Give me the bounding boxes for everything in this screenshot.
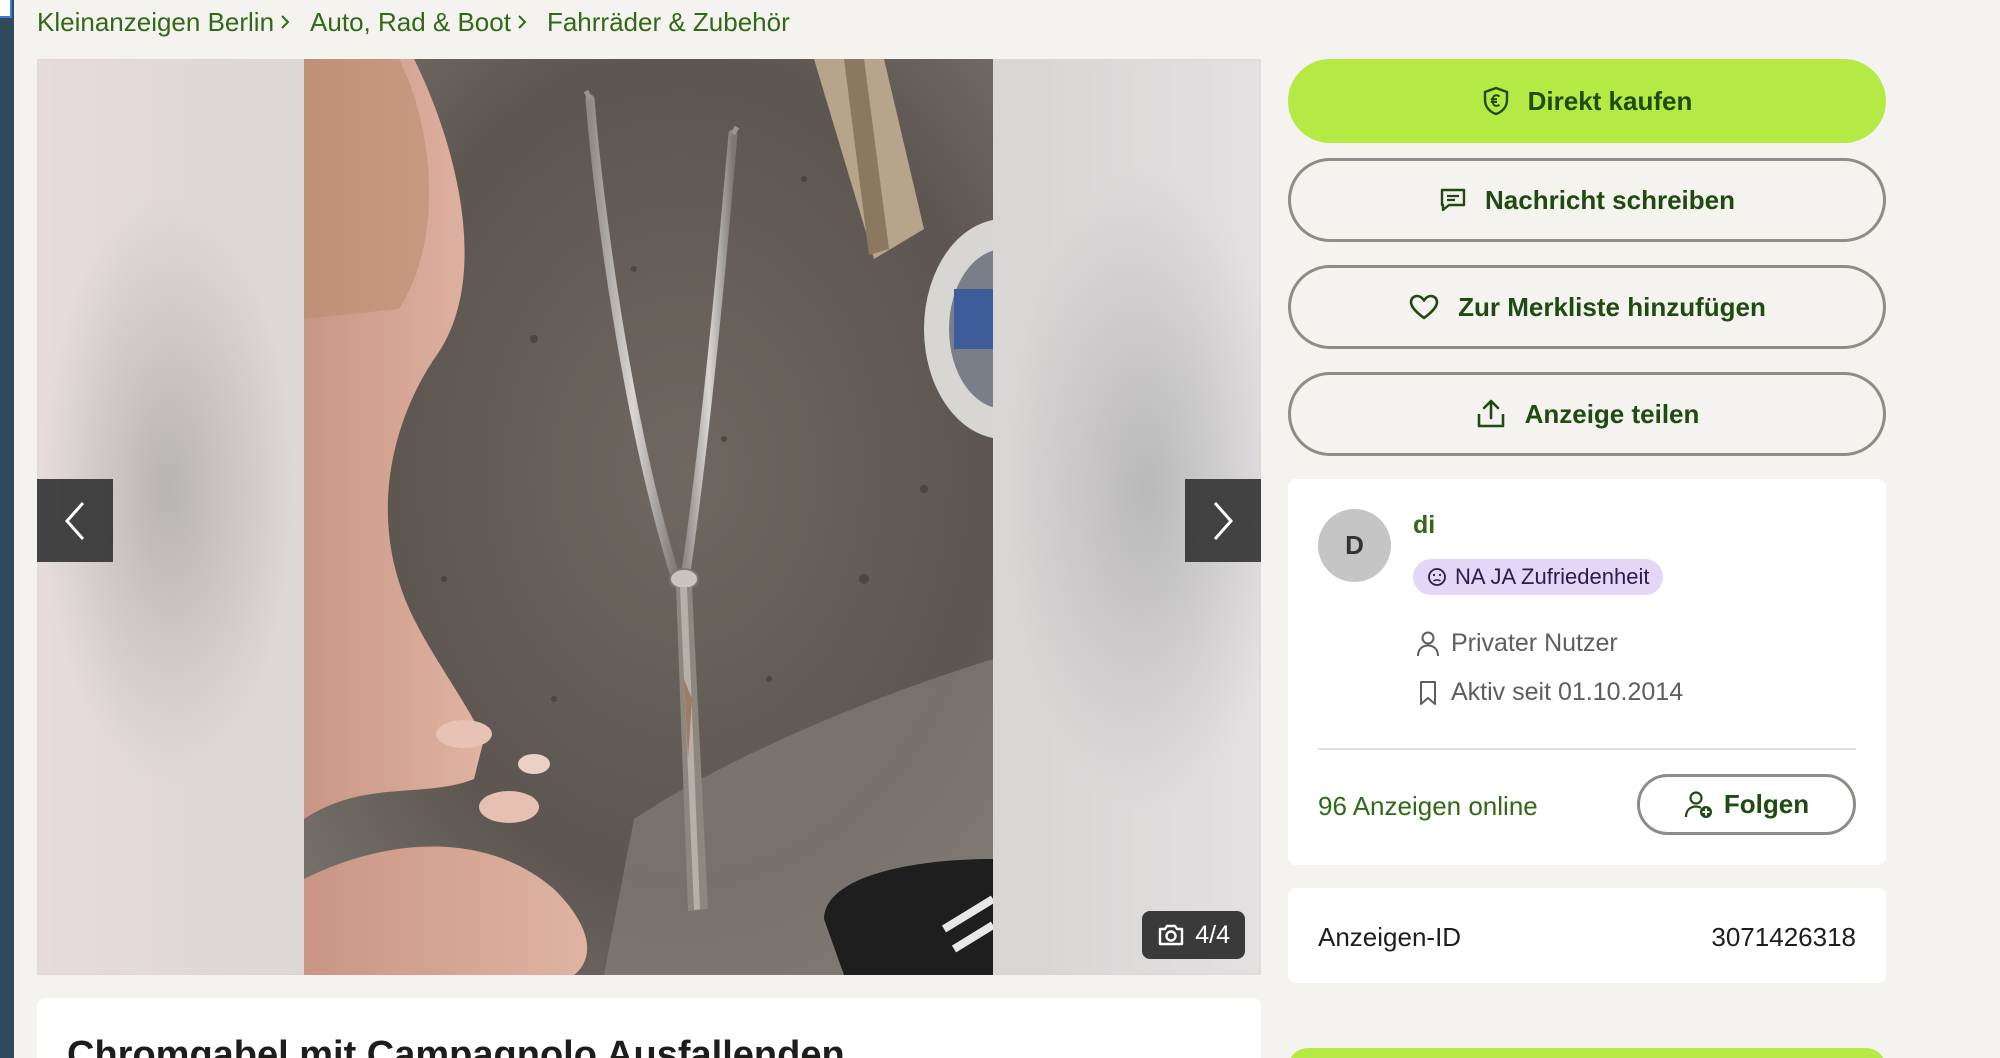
breadcrumb-label: Kleinanzeigen Berlin bbox=[37, 6, 275, 37]
add-to-watchlist-button[interactable]: Zur Merkliste hinzufügen bbox=[1288, 265, 1886, 349]
avatar[interactable]: D bbox=[1318, 509, 1391, 582]
follow-label: Folgen bbox=[1723, 789, 1810, 819]
image-gallery[interactable]: 4/4 bbox=[37, 59, 1261, 975]
ads-online-link[interactable]: 96 Anzeigen online bbox=[1318, 791, 1538, 822]
divider bbox=[1318, 748, 1856, 750]
listing-title-card: Chromgabel mit Campagnolo Ausfallenden bbox=[37, 998, 1261, 1058]
active-since: Aktiv seit 01.10.2014 bbox=[1451, 678, 1684, 706]
breadcrumb-item-category[interactable]: Auto, Rad & Boot bbox=[310, 7, 547, 38]
seller-card: D di NA JA Zufriedenheit Privater Nutzer… bbox=[1288, 479, 1886, 865]
neutral-face-icon bbox=[1428, 568, 1446, 586]
write-message-label: Nachricht schreiben bbox=[1485, 184, 1735, 215]
bookmark-icon bbox=[1420, 680, 1436, 705]
active-since-row: Aktiv seit 01.10.2014 bbox=[1415, 678, 1683, 707]
ad-id-card: Anzeigen-ID 3071426318 bbox=[1288, 888, 1886, 983]
ad-id-value: 3071426318 bbox=[1711, 922, 1856, 952]
previous-image-button[interactable] bbox=[37, 479, 113, 562]
breadcrumb-item-city[interactable]: Kleinanzeigen Berlin bbox=[37, 7, 310, 38]
user-icon bbox=[1417, 631, 1439, 656]
buy-now-button[interactable]: Direkt kaufen bbox=[1288, 59, 1886, 143]
write-message-button[interactable]: Nachricht schreiben bbox=[1288, 158, 1886, 242]
share-icon bbox=[1477, 399, 1504, 428]
chevron-left-icon bbox=[64, 501, 85, 540]
window-edge bbox=[0, 0, 14, 1058]
breadcrumb-label: Auto, Rad & Boot bbox=[310, 6, 511, 37]
seller-type-row: Privater Nutzer bbox=[1415, 629, 1618, 658]
message-icon bbox=[1440, 188, 1466, 212]
chevron-right-icon bbox=[517, 14, 527, 30]
listing-photo[interactable] bbox=[304, 59, 993, 975]
image-counter-text: 4/4 bbox=[1195, 920, 1230, 949]
follow-button[interactable]: Folgen bbox=[1637, 774, 1856, 835]
share-listing-button[interactable]: Anzeige teilen bbox=[1288, 372, 1886, 456]
seller-name[interactable]: di bbox=[1413, 511, 1435, 540]
satisfaction-badge-label: NA JA Zufriedenheit bbox=[1455, 564, 1650, 589]
shield-euro-icon bbox=[1483, 86, 1508, 116]
add-to-watchlist-label: Zur Merkliste hinzufügen bbox=[1458, 291, 1766, 322]
camera-icon bbox=[1159, 924, 1184, 946]
heart-icon bbox=[1409, 294, 1439, 320]
buy-now-label: Direkt kaufen bbox=[1527, 85, 1693, 116]
secondary-action-button[interactable] bbox=[1288, 1048, 1886, 1058]
photo-bicycle-fork bbox=[304, 59, 993, 975]
satisfaction-badge: NA JA Zufriedenheit bbox=[1413, 559, 1664, 595]
window-corner bbox=[0, 0, 12, 18]
chevron-right-icon bbox=[1213, 501, 1234, 540]
ad-id-label: Anzeigen-ID bbox=[1318, 922, 1462, 952]
chevron-right-icon bbox=[280, 14, 290, 30]
image-counter: 4/4 bbox=[1142, 911, 1245, 959]
add-user-icon bbox=[1684, 790, 1712, 818]
share-listing-label: Anzeige teilen bbox=[1524, 398, 1700, 429]
seller-type: Privater Nutzer bbox=[1451, 629, 1618, 657]
breadcrumb: Kleinanzeigen Berlin Auto, Rad & Boot Fa… bbox=[37, 6, 790, 38]
breadcrumb-item-subcategory[interactable]: Fahrräder & Zubehör bbox=[547, 7, 790, 38]
next-image-button[interactable] bbox=[1185, 479, 1261, 562]
listing-title: Chromgabel mit Campagnolo Ausfallenden bbox=[67, 1034, 845, 1058]
